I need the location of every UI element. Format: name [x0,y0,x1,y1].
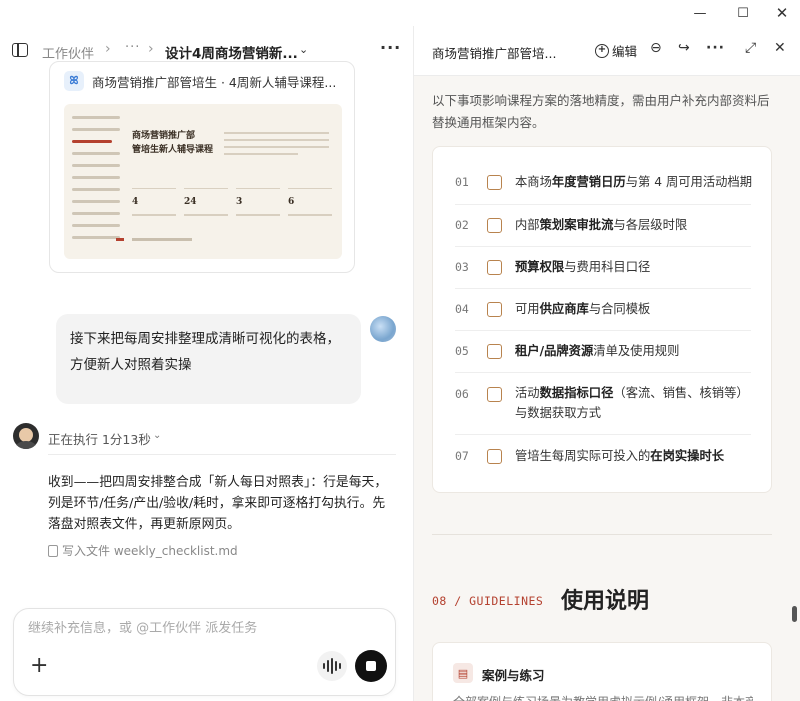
thumbnail-title: 商场营销推广部 [132,131,196,141]
checklist-item: 04 可用供应商库与合同模板 [455,289,751,331]
breadcrumb-more[interactable]: ··· [125,40,140,55]
item-text: 租户/品牌资源清单及使用规则 [515,344,680,358]
message-input[interactable] [28,621,378,636]
item-number: 03 [455,260,469,274]
item-checkbox[interactable] [487,218,502,233]
thumbnail-sidebar [72,116,120,248]
message-composer: + [13,608,396,696]
thumbnail-stats: 4 24 3 6 [132,188,332,216]
edit-button[interactable]: + 编辑 [595,41,637,60]
item-text: 可用供应商库与合同模板 [515,302,651,316]
status-divider [48,454,396,455]
item-text: 预算权限与费用科目口径 [515,260,651,274]
window-minimize-button[interactable]: — [685,3,715,23]
file-write-label: 写入文件 weekly_checklist.md [62,544,238,558]
window-maximize-button[interactable]: ☐ [728,3,758,23]
stop-button[interactable] [355,650,387,682]
voice-input-button[interactable] [317,651,347,681]
chevron-down-icon[interactable]: ⌄ [153,430,161,441]
thumbnail-subtitle: 管培生新人辅导课程 [132,145,214,155]
checklist-item: 07 管培生每周实际可投入的在岗实操时长 [455,435,751,477]
more-options-button[interactable]: ··· [380,38,401,57]
document-title: 商场营销推广部管培... [432,46,557,61]
file-write-note[interactable]: 写入文件 weekly_checklist.md [48,542,238,559]
minus-circle-icon[interactable]: ⊖ [650,40,662,56]
thumbnail-stat: 4 [132,188,176,216]
thumbnail-footer [132,238,192,241]
item-number: 02 [455,218,469,232]
thumbnail-stat: 6 [288,188,332,216]
item-checkbox[interactable] [487,302,502,317]
checklist-item: 03 预算权限与费用科目口径 [455,247,751,289]
user-avatar [370,316,396,342]
share-icon[interactable]: ↪ [678,40,690,56]
attachment-header: ꕤ 商场营销推广部管培生 · 4周新人辅导课程... [64,70,336,92]
document-pane: 商场营销推广部管培... + 编辑 ⊖ ↪ ··· ⤢ ✕ 以下事项影响课程方案… [414,26,800,701]
item-number: 01 [455,175,469,189]
guideline-card: ▤ 案例与练习 全部案例与练习场景为教学用虚拟示例/通用框架，非本商场 [432,642,772,701]
more-icon[interactable]: ··· [706,40,725,56]
agent-avatar [13,423,39,449]
item-number: 07 [455,449,469,463]
user-message: 接下来把每周安排整理成清晰可视化的表格，方便新人对照着实操 [56,314,361,404]
document-header: 商场营销推广部管培... + 编辑 ⊖ ↪ ··· ⤢ ✕ [414,26,800,76]
thumbnail-text-lines [224,132,329,160]
add-attachment-button[interactable]: + [30,655,48,677]
sidebar-toggle-icon[interactable] [12,43,28,57]
item-text: 活动数据指标口径（客流、销售、核销等）与数据获取方式 [515,386,749,420]
item-number: 05 [455,344,469,358]
item-checkbox[interactable] [487,449,502,464]
document-scrollbar[interactable] [792,606,797,622]
plus-circle-icon: + [595,43,609,58]
item-checkbox[interactable] [487,387,502,402]
section-divider [432,534,772,535]
guideline-text: 全部案例与练习场景为教学用虚拟示例/通用框架，非本商场 [453,693,753,701]
checklist-card: 01 本商场年度营销日历与第 4 周可用活动档期 02 内部策划案审批流与各层级… [432,146,772,493]
section-title: 使用说明 [561,588,650,614]
execution-status[interactable]: 正在执行 1分13秒 [48,429,151,448]
item-checkbox[interactable] [487,344,502,359]
close-icon[interactable]: ✕ [774,40,786,56]
chevron-right-icon: › [105,41,111,57]
item-checkbox[interactable] [487,260,502,275]
attachment-card[interactable]: ꕤ 商场营销推广部管培生 · 4周新人辅导课程... 商场营销推广部 管培生新人… [49,61,355,273]
thumbnail-stat: 24 [184,188,228,216]
item-text: 管培生每周实际可投入的在岗实操时长 [515,449,725,463]
item-text: 内部策划案审批流与各层级时限 [515,218,688,232]
checklist-item: 01 本商场年度营销日历与第 4 周可用活动档期 [455,163,752,205]
item-text: 本商场年度营销日历与第 4 周可用活动档期 [515,175,753,189]
doc-intro: 以下事项影响课程方案的落地精度，需由用户补充内部资料后替换通用框架内容。 [432,93,770,130]
file-icon [48,544,58,557]
window-titlebar: — ☐ ✕ [0,0,800,26]
attachment-title: 商场营销推广部管培生 · 4周新人辅导课程... [92,74,337,90]
item-checkbox[interactable] [487,175,502,190]
edit-label: 编辑 [612,44,638,59]
thumbnail-stat: 3 [236,188,280,216]
item-number: 06 [455,387,469,401]
item-number: 04 [455,302,469,316]
expand-icon[interactable]: ⤢ [745,40,756,56]
attachment-thumbnail[interactable]: 商场营销推广部 管培生新人辅导课程 4 24 3 6 [64,104,342,259]
checklist-item: 06 活动数据指标口径（客流、销售、核销等）与数据获取方式 [455,373,751,435]
section-label: 08 / GUIDELINES [432,594,544,608]
guideline-title: 案例与练习 [482,668,545,683]
clipboard-icon: ▤ [453,663,473,683]
checklist-item: 02 内部策划案审批流与各层级时限 [455,205,751,247]
chevron-right-icon: › [148,41,154,57]
chat-pane: 工作伙伴 › ··· › 设计4周商场营销新... ⌄ ··· ꕤ 商场营销推广… [0,26,413,701]
agent-message: 收到——把四周安排整合成「新人每日对照表」：行是每天，列是环节/任务/产出/验收… [48,475,388,532]
conversation-title[interactable]: 设计4周商场营销新... [165,42,298,62]
window-close-button[interactable]: ✕ [767,3,797,23]
webpage-icon: ꕤ [64,71,84,91]
thumbnail-accent [116,238,124,241]
chevron-down-icon[interactable]: ⌄ [299,43,308,56]
checklist-item: 05 租户/品牌资源清单及使用规则 [455,331,751,373]
breadcrumb-root[interactable]: 工作伙伴 [42,43,94,62]
